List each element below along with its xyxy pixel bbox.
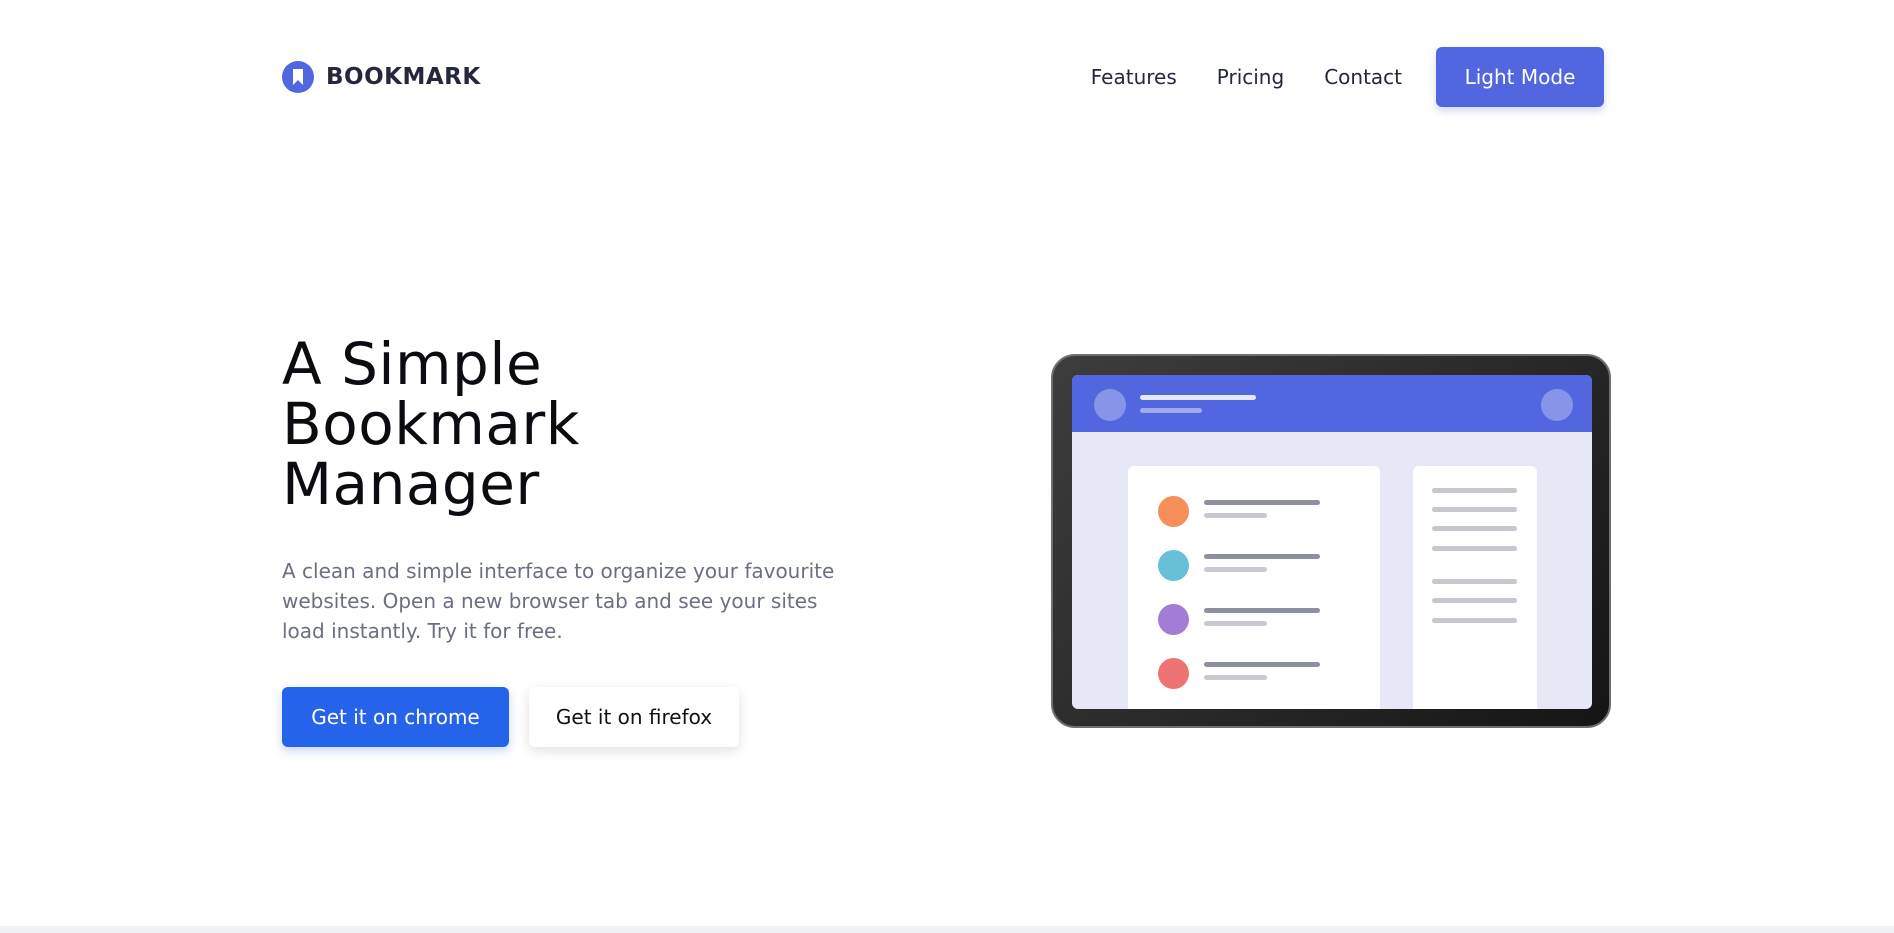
mock-line	[1204, 500, 1320, 505]
mock-line	[1432, 507, 1517, 512]
mock-line	[1204, 621, 1267, 626]
mock-bookmark-dot	[1158, 550, 1189, 581]
section-divider	[0, 926, 1894, 933]
nav-link-features[interactable]: Features	[1091, 65, 1177, 89]
mock-subtitle-line	[1140, 408, 1202, 413]
cta-buttons: Get it on chrome Get it on firefox	[282, 687, 739, 747]
nav-link-pricing[interactable]: Pricing	[1217, 65, 1284, 89]
mock-bookmark-row	[1158, 604, 1358, 636]
mock-line	[1432, 579, 1517, 584]
get-firefox-button[interactable]: Get it on firefox	[529, 687, 739, 747]
mock-bookmark-row	[1158, 496, 1358, 528]
nav-links: Features Pricing Contact Light Mode	[1091, 47, 1604, 107]
mock-sidebar-panel	[1413, 466, 1537, 709]
top-nav: BOOKMARK Features Pricing Contact Light …	[282, 47, 1604, 107]
mock-bookmark-dot	[1158, 496, 1189, 527]
mock-bookmark-dot	[1158, 658, 1189, 689]
mock-line	[1204, 662, 1320, 667]
mock-line	[1432, 526, 1517, 531]
hero-title-line: Bookmark	[282, 390, 580, 458]
tablet-screen	[1072, 375, 1592, 709]
landing-page: BOOKMARK Features Pricing Contact Light …	[0, 0, 1894, 933]
hero-title-line: A Simple	[282, 330, 543, 398]
brand-logo[interactable]: BOOKMARK	[282, 61, 481, 93]
bookmark-icon	[282, 61, 314, 93]
mock-bookmark-list	[1128, 466, 1380, 709]
mock-line	[1204, 608, 1320, 613]
mock-line	[1432, 598, 1517, 603]
mock-avatar	[1094, 389, 1126, 421]
mock-app-header	[1072, 375, 1592, 432]
mock-bookmark-row	[1158, 658, 1358, 690]
brand-name: BOOKMARK	[326, 64, 481, 90]
mock-line	[1432, 618, 1517, 623]
mock-line	[1204, 554, 1320, 559]
nav-link-contact[interactable]: Contact	[1324, 65, 1402, 89]
hero-title: A Simple Bookmark Manager	[282, 334, 580, 514]
mock-line	[1432, 488, 1517, 493]
hero-title-line: Manager	[282, 450, 540, 518]
mock-bookmark-dot	[1158, 604, 1189, 635]
mock-line	[1204, 567, 1267, 572]
mock-menu-circle	[1541, 389, 1573, 421]
mock-title-line	[1140, 395, 1256, 400]
hero-description: A clean and simple interface to organize…	[282, 559, 835, 643]
mock-line	[1204, 675, 1267, 680]
get-chrome-button[interactable]: Get it on chrome	[282, 687, 509, 747]
mock-line	[1432, 546, 1517, 551]
mock-line	[1204, 513, 1267, 518]
tablet-illustration	[1051, 354, 1611, 728]
mock-bookmark-row	[1158, 550, 1358, 582]
light-mode-button[interactable]: Light Mode	[1436, 47, 1604, 107]
